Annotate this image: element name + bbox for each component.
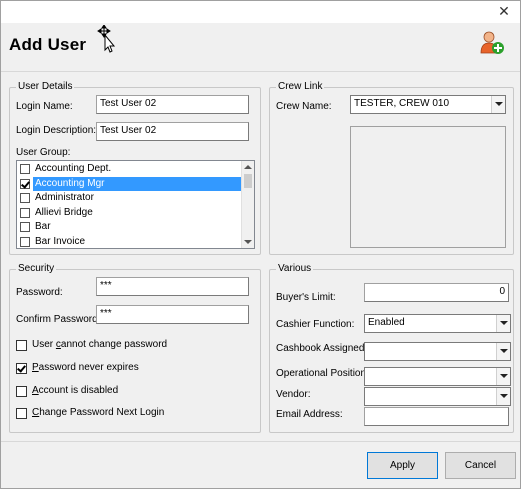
crew-link-group: Crew Link Crew Name: TESTER, CREW 010 (269, 81, 514, 255)
security-option-checkbox[interactable] (16, 340, 27, 351)
security-option-text-pre: User (32, 339, 56, 350)
chevron-down-icon[interactable] (491, 96, 505, 113)
security-option-checkbox[interactable] (16, 386, 27, 397)
crew-name-label: Crew Name: (276, 101, 332, 112)
user-group-item[interactable]: Bar Invoice (18, 235, 240, 248)
various-legend: Various (276, 263, 314, 275)
user-group-item-label: Administrator (35, 192, 94, 204)
apply-button[interactable]: Apply (367, 452, 438, 479)
dialog-footer: Apply Cancel (1, 442, 520, 488)
email-address-label: Email Address: (276, 409, 343, 420)
user-group-checkbox[interactable] (20, 178, 30, 189)
chevron-down-icon[interactable] (496, 343, 510, 360)
security-option-label[interactable]: Change Password Next Login (32, 407, 164, 419)
security-option-text-post: ccount is disabled (38, 385, 119, 396)
security-option-label[interactable]: Password never expires (32, 362, 139, 374)
title-bar: ✕ (1, 1, 520, 23)
login-description-input[interactable]: Test User 02 (96, 122, 249, 141)
dialog-header: Add User (1, 23, 520, 69)
chevron-down-icon[interactable] (496, 315, 510, 332)
buyers-limit-label: Buyer's Limit: (276, 292, 336, 303)
chevron-down-icon[interactable] (496, 388, 510, 405)
security-option-label[interactable]: Account is disabled (32, 385, 118, 397)
security-option-text-post: hange Password Next Login (39, 407, 165, 418)
buyers-limit-input[interactable]: 0 (364, 283, 509, 302)
security-option-checkbox[interactable] (16, 408, 27, 419)
security-group: Security Password: *** Confirm Password:… (9, 263, 261, 433)
password-label: Password: (16, 287, 63, 298)
operational-position-select[interactable] (364, 367, 511, 386)
security-option-text-post: assword never expires (38, 362, 139, 373)
crew-photo (350, 126, 506, 248)
user-group-checkbox[interactable] (20, 222, 30, 233)
login-name-input[interactable]: Test User 02 (96, 95, 249, 114)
operational-position-label: Operational Position: (276, 368, 369, 379)
user-group-checkbox[interactable] (20, 193, 30, 204)
crew-name-value: TESTER, CREW 010 (354, 98, 450, 109)
user-group-checkbox[interactable] (20, 207, 30, 218)
close-icon[interactable]: ✕ (496, 3, 512, 19)
security-option-mnemonic: A (32, 385, 39, 396)
security-option-checkbox[interactable] (16, 363, 27, 374)
user-group-item-label: Accounting Mgr (33, 176, 243, 191)
vendor-label: Vendor: (276, 389, 311, 400)
scroll-down-icon[interactable] (244, 240, 252, 244)
crew-link-legend: Crew Link (276, 81, 325, 93)
add-user-dialog: ✕ Add User User Details Login Name: Test… (0, 0, 521, 489)
various-group: Various Buyer's Limit: 0 Cashier Functio… (269, 263, 514, 433)
user-add-icon (480, 31, 504, 54)
login-name-label: Login Name: (16, 101, 73, 112)
user-group-checkbox[interactable] (20, 164, 30, 174)
confirm-password-label: Confirm Password: (16, 314, 101, 325)
vendor-select[interactable] (364, 387, 511, 406)
user-group-item[interactable]: Bar (18, 220, 240, 234)
cashier-function-label: Cashier Function: (276, 319, 355, 330)
login-description-label: Login Description: (16, 125, 97, 136)
password-input[interactable]: *** (96, 277, 249, 296)
user-group-item-label: Bar Invoice (35, 236, 86, 247)
email-address-input[interactable] (364, 407, 509, 426)
header-separator (1, 71, 520, 72)
security-option-label[interactable]: User cannot change password (32, 339, 167, 351)
user-details-legend: User Details (16, 81, 75, 93)
user-group-item-label: Bar (35, 221, 51, 233)
user-group-item-label: Accounting Dept. (35, 163, 112, 174)
cashier-function-value: Enabled (368, 317, 405, 328)
user-group-item[interactable]: Accounting Mgr (18, 176, 243, 191)
user-group-scrollbar[interactable] (241, 161, 254, 248)
user-group-item[interactable]: Accounting Dept. (18, 162, 240, 176)
cancel-button[interactable]: Cancel (445, 452, 516, 479)
security-legend: Security (16, 263, 57, 275)
user-group-item[interactable]: Allievi Bridge (18, 206, 240, 220)
security-option-mnemonic: P (32, 362, 39, 373)
cashier-function-select[interactable]: Enabled (364, 314, 511, 333)
user-group-label: User Group: (16, 147, 71, 158)
user-group-checkbox[interactable] (20, 237, 30, 247)
user-details-group: User Details Login Name: Test User 02 Lo… (9, 81, 261, 255)
scroll-thumb[interactable] (244, 174, 252, 188)
user-group-list[interactable]: Accounting Dept. Accounting Mgr Administra… (16, 160, 255, 249)
user-group-item[interactable]: Administrator (18, 191, 240, 205)
confirm-password-input[interactable]: *** (96, 305, 249, 324)
dialog-title: Add User (9, 35, 87, 54)
user-group-item-label: Allievi Bridge (35, 206, 93, 218)
move-cursor-icon (97, 25, 116, 53)
cashbook-assigned-label: Cashbook Assigned: (276, 343, 368, 354)
cashbook-assigned-select[interactable] (364, 342, 511, 361)
security-option-text-post: annot change password (60, 339, 168, 350)
chevron-down-icon[interactable] (496, 368, 510, 385)
crew-name-select[interactable]: TESTER, CREW 010 (350, 95, 506, 114)
scroll-up-icon[interactable] (244, 165, 252, 169)
